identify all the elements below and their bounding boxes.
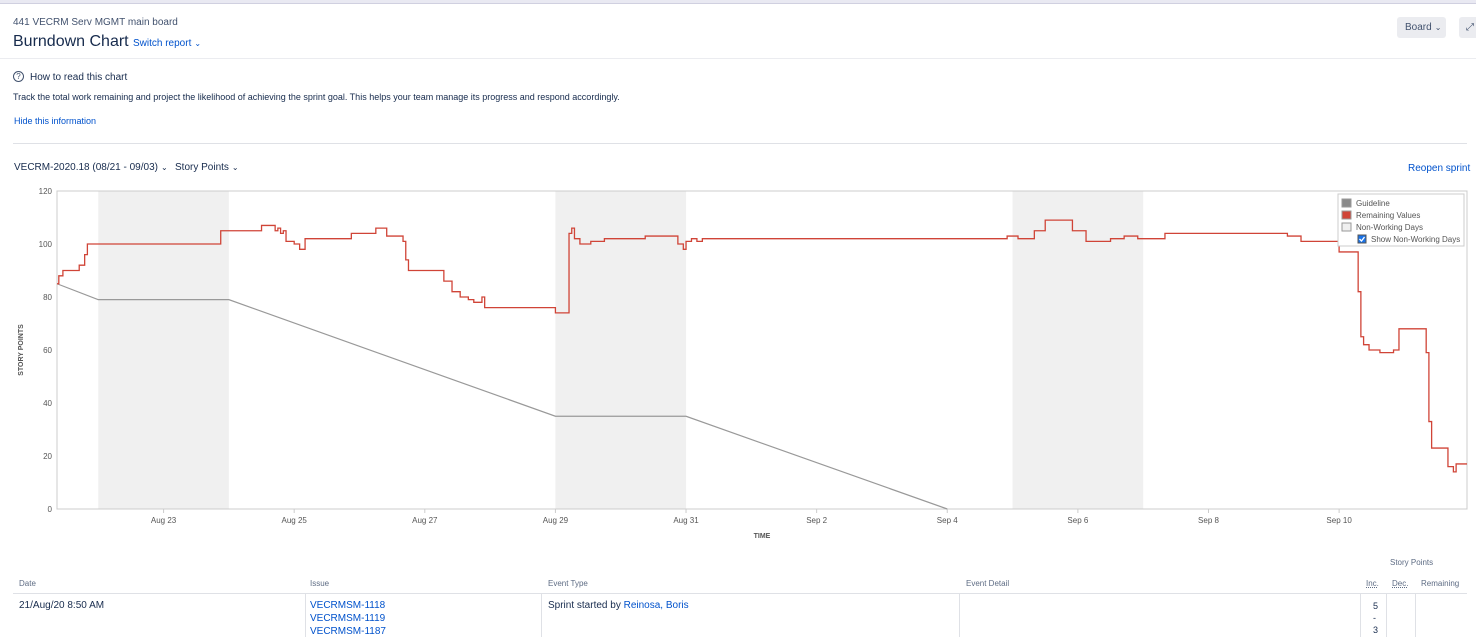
question-icon: ? [13,71,24,82]
legend-swatch [1341,198,1352,208]
col-divider [1415,594,1416,637]
x-tick-label: Aug 27 [412,516,438,525]
y-tick-label: 20 [43,452,52,461]
y-tick-label: 100 [39,240,53,249]
y-tick-label: 80 [43,293,52,302]
legend-label: Remaining Values [1356,211,1420,220]
inc-value: - [1373,613,1376,623]
x-tick-label: Sep 8 [1198,516,1219,525]
board-name: 441 VECRM Serv MGMT main board [13,17,178,28]
story-points-header: Story Points [1390,558,1434,567]
page-title: Burndown Chart [13,33,129,50]
event-prefix: Sprint started by [548,600,621,611]
burndown-chart: 0 20 40 60 80 100 120 Aug 23 Aug 25 Aug 27 Aug 29 A… [18,187,1468,540]
help-title: How to read this chart [30,72,128,83]
estimation-selector[interactable]: Story Points ⌄ [175,162,239,173]
col-divider [1386,594,1387,637]
expand-icon[interactable]: ⤢ [1459,17,1476,38]
table-header-divider [13,593,1467,594]
y-tick-label: 40 [43,399,52,408]
remaining-values-line [57,219,1467,473]
row-date: 21/Aug/20 8:50 AM [19,600,105,611]
x-tick-label: Aug 29 [543,516,569,525]
top-border [0,0,1476,4]
section-divider [13,143,1467,144]
reopen-sprint-link[interactable]: Reopen sprint [1408,163,1470,174]
x-axis-label: TIME [754,533,771,540]
col-remaining: Remaining [1421,579,1460,588]
col-event-type: Event Type [548,579,588,588]
col-divider [959,594,960,637]
switch-report-button[interactable]: Switch report ⌄ [133,38,201,49]
x-tick-label: Sep 2 [806,516,827,525]
x-tick-label: Aug 25 [282,516,308,525]
legend-swatch [1341,222,1352,232]
y-tick-label: 120 [39,187,53,196]
hide-information-link[interactable]: Hide this information [14,116,96,126]
y-tick-label: 0 [48,505,53,514]
header-divider [0,58,1476,59]
col-divider [541,594,542,637]
x-tick-label: Aug 23 [151,516,177,525]
board-button-label: Board [1405,22,1432,33]
y-axis-label: STORY POINTS [18,324,25,376]
x-tick-label: Sep 10 [1326,516,1352,525]
issue-link[interactable]: VECRMSM-1118 [310,600,385,611]
legend-checkbox-label: Show Non-Working Days [1371,235,1460,244]
legend-swatch [1341,210,1352,220]
col-date: Date [19,579,36,588]
col-issue: Issue [310,579,330,588]
chevron-down-icon: ⌄ [231,163,239,172]
col-inc: Inc. [1366,579,1379,588]
event-type: Sprint started by Reinosa, Boris [548,600,689,611]
chevron-down-icon: ⌄ [160,163,168,172]
y-tick-label: 60 [43,346,52,355]
x-tick-label: Sep 4 [937,516,958,525]
col-divider [305,594,306,637]
issue-link[interactable]: VECRMSM-1119 [310,613,385,624]
show-non-working-days-checkbox[interactable] [1357,234,1367,244]
legend-label: Guideline [1356,199,1390,208]
estimation-selector-label: Story Points [175,162,229,173]
legend-label: Non-Working Days [1356,223,1423,232]
help-description: Track the total work remaining and proje… [13,92,620,102]
switch-report-label: Switch report [133,38,192,49]
x-tick-label: Aug 31 [673,516,699,525]
sprint-selector-label: VECRM-2020.18 (08/21 - 09/03) [14,162,158,173]
x-tick-label: Sep 6 [1067,516,1088,525]
inc-value: 3 [1373,625,1379,635]
chevron-down-icon: ⌄ [1434,23,1442,32]
issue-link[interactable]: VECRMSM-1187 [310,626,386,637]
chevron-down-icon: ⌄ [194,39,202,48]
user-link[interactable]: Reinosa, Boris [624,600,689,611]
sprint-selector[interactable]: VECRM-2020.18 (08/21 - 09/03) ⌄ [14,162,168,173]
col-divider [1360,594,1361,637]
non-working-band [98,191,229,509]
board-button[interactable]: Board ⌄ [1397,17,1446,38]
inc-value: 5 [1373,601,1379,611]
col-dec: Dec. [1392,579,1409,588]
col-event-detail: Event Detail [966,579,1010,588]
